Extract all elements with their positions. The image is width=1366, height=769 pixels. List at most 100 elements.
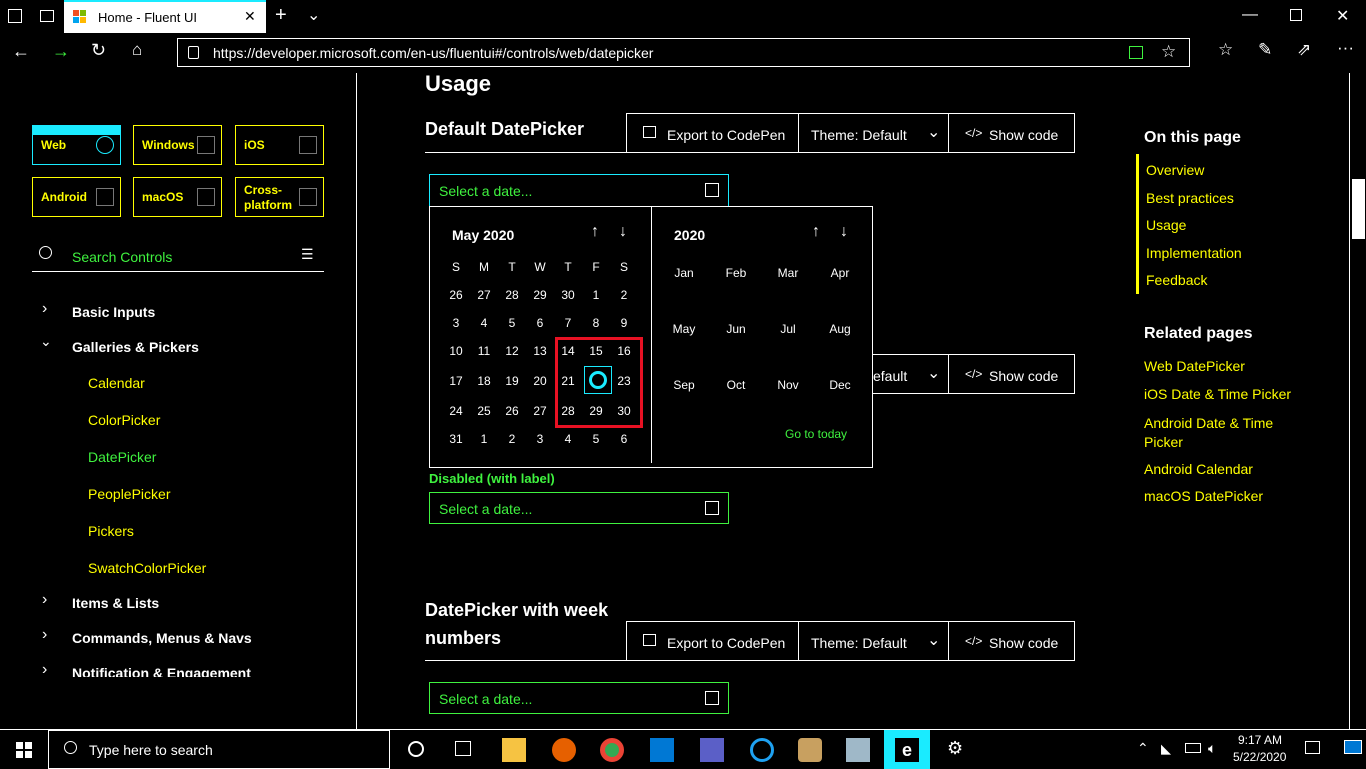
- calendar-day[interactable]: 28: [498, 288, 526, 302]
- close-window-icon[interactable]: ✕: [1336, 6, 1349, 26]
- related-web-datepicker[interactable]: Web DatePicker: [1144, 358, 1245, 374]
- chevron-right-icon[interactable]: ›: [42, 626, 47, 644]
- related-android-calendar[interactable]: Android Calendar: [1144, 461, 1253, 477]
- calendar-day[interactable]: 26: [498, 404, 526, 418]
- toc-feedback[interactable]: Feedback: [1146, 272, 1207, 288]
- calendar-icon[interactable]: [705, 691, 719, 705]
- calendar-day[interactable]: 5: [582, 432, 610, 446]
- toc-best-practices[interactable]: Best practices: [1146, 190, 1234, 206]
- calendar-day[interactable]: 19: [498, 374, 526, 388]
- platform-windows-button[interactable]: Windows: [133, 125, 222, 165]
- calendar-day[interactable]: 1: [470, 432, 498, 446]
- active-tab[interactable]: Home - Fluent UI ✕: [64, 0, 266, 33]
- calendar-day[interactable]: 13: [526, 344, 554, 358]
- calendar-day[interactable]: 6: [526, 316, 554, 330]
- home-icon[interactable]: ⌂: [132, 40, 142, 60]
- calendar-day[interactable]: 3: [442, 316, 470, 330]
- favorites-icon[interactable]: ☆: [1218, 40, 1233, 60]
- month-cell[interactable]: Nov: [766, 378, 810, 392]
- volume-icon[interactable]: 🔈︎: [1208, 740, 1216, 757]
- tab-list-chevron-icon[interactable]: ⌄: [307, 5, 320, 25]
- chevron-right-icon[interactable]: ›: [42, 661, 47, 679]
- related-ios-date-time-picker[interactable]: iOS Date & Time Picker: [1144, 386, 1291, 402]
- month-cell[interactable]: Jan: [662, 266, 706, 280]
- toc-overview[interactable]: Overview: [1146, 162, 1204, 178]
- month-cell[interactable]: Mar: [766, 266, 810, 280]
- clock-date[interactable]: 5/22/2020: [1233, 750, 1286, 764]
- calendar-day[interactable]: 20: [526, 374, 554, 388]
- month-cell[interactable]: Sep: [662, 378, 706, 392]
- chevron-down-icon[interactable]: ⌄: [40, 333, 52, 350]
- nav-datepicker[interactable]: DatePicker: [88, 449, 156, 465]
- outlook-icon[interactable]: [650, 738, 674, 762]
- date-input-default[interactable]: Select a date...: [429, 174, 729, 207]
- export-codepen-button[interactable]: Export to CodePen: [627, 114, 799, 152]
- calendar-day[interactable]: 27: [526, 404, 554, 418]
- show-code-button[interactable]: </> Show code: [949, 114, 1075, 152]
- calendar-day[interactable]: 3: [526, 432, 554, 446]
- more-icon[interactable]: ···: [1337, 38, 1354, 58]
- related-android-date-time-picker[interactable]: Android Date & Time Picker: [1144, 414, 1294, 452]
- calendar-day[interactable]: 27: [470, 288, 498, 302]
- nav-calendar[interactable]: Calendar: [88, 375, 145, 391]
- search-input[interactable]: Search Controls: [72, 249, 172, 265]
- calendar-day[interactable]: 29: [526, 288, 554, 302]
- related-macos-datepicker[interactable]: macOS DatePicker: [1144, 488, 1263, 504]
- calendar-day[interactable]: 30: [554, 288, 582, 302]
- task-view-icon[interactable]: [455, 741, 471, 756]
- theme-dropdown[interactable]: efault ⌄: [873, 355, 949, 393]
- selected-day-marker[interactable]: [584, 366, 612, 394]
- platform-ios-button[interactable]: iOS: [235, 125, 324, 165]
- date-input-week-numbers[interactable]: Select a date...: [429, 682, 729, 714]
- restore-icon[interactable]: [1290, 9, 1302, 21]
- nav-notification-engagement[interactable]: Notification & Engagement: [72, 665, 251, 677]
- firefox-icon[interactable]: [552, 738, 576, 762]
- close-tab-icon[interactable]: ✕: [244, 8, 256, 25]
- nav-swatchcolorpicker[interactable]: SwatchColorPicker: [88, 560, 206, 576]
- cortana-icon[interactable]: [408, 741, 424, 757]
- minimize-icon[interactable]: —: [1242, 6, 1258, 24]
- pen-icon[interactable]: ✎: [1258, 40, 1272, 60]
- calendar-day[interactable]: 26: [442, 288, 470, 302]
- calendar-day[interactable]: 7: [554, 316, 582, 330]
- platform-web-button[interactable]: Web: [32, 125, 121, 165]
- go-to-today-link[interactable]: Go to today: [785, 427, 847, 441]
- month-cell[interactable]: Jul: [766, 322, 810, 336]
- next-year-arrow-icon[interactable]: ↓: [840, 223, 848, 241]
- nav-commands-menus[interactable]: Commands, Menus & Navs: [72, 630, 252, 646]
- prev-month-arrow-icon[interactable]: ↑: [591, 223, 599, 241]
- taskbar-search-box[interactable]: Type here to search: [48, 730, 390, 769]
- month-cell[interactable]: May: [662, 322, 706, 336]
- chrome-icon[interactable]: [600, 738, 624, 762]
- tab-actions-icon[interactable]: [8, 9, 22, 23]
- clock-time[interactable]: 9:17 AM: [1238, 733, 1282, 747]
- favorite-star-icon[interactable]: ☆: [1161, 42, 1176, 62]
- calendar-day[interactable]: 18: [470, 374, 498, 388]
- platform-android-button[interactable]: Android: [32, 177, 121, 217]
- new-tab-icon[interactable]: +: [275, 4, 287, 27]
- edge-taskbar-active[interactable]: e: [884, 730, 930, 769]
- show-hidden-icons-chevron[interactable]: ⌃: [1137, 740, 1149, 757]
- filter-list-icon[interactable]: ☰: [301, 246, 314, 263]
- paint-icon[interactable]: [798, 738, 822, 762]
- settings-gear-icon[interactable]: ⚙: [947, 738, 963, 759]
- calendar-day[interactable]: 17: [442, 374, 470, 388]
- toc-implementation[interactable]: Implementation: [1146, 245, 1242, 261]
- toc-usage[interactable]: Usage: [1146, 217, 1186, 233]
- internet-explorer-icon[interactable]: [750, 738, 774, 762]
- teams-icon[interactable]: [700, 738, 724, 762]
- platform-cross-platform-button[interactable]: Cross-platform: [235, 177, 324, 217]
- chevron-right-icon[interactable]: ›: [42, 300, 47, 318]
- export-codepen-button[interactable]: Export to CodePen: [627, 622, 799, 660]
- calendar-day[interactable]: 24: [442, 404, 470, 418]
- month-cell[interactable]: Feb: [714, 266, 758, 280]
- month-cell[interactable]: Jun: [714, 322, 758, 336]
- nav-pickers[interactable]: Pickers: [88, 523, 134, 539]
- reading-view-icon[interactable]: [1129, 46, 1143, 59]
- back-icon[interactable]: ←: [12, 41, 30, 62]
- platform-macos-button[interactable]: macOS: [133, 177, 222, 217]
- calendar-icon[interactable]: [705, 183, 719, 197]
- show-code-button[interactable]: </> Show code: [949, 355, 1075, 393]
- year-title[interactable]: 2020: [674, 227, 705, 243]
- month-cell[interactable]: Oct: [714, 378, 758, 392]
